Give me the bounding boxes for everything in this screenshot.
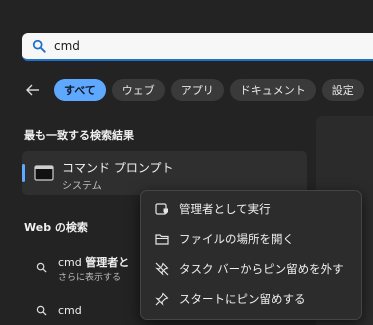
tab-all[interactable]: すべて: [54, 79, 106, 101]
search-query: cmd: [54, 39, 80, 53]
menu-item-label: ファイルの場所を開く: [179, 232, 294, 246]
best-match-heading: 最も一致する検索結果: [24, 129, 134, 142]
folder-icon: [155, 234, 169, 245]
web-result-sub: さらに表示する: [58, 273, 122, 283]
web-search-heading: Web の検索: [24, 221, 88, 234]
tab-settings[interactable]: 設定: [321, 79, 364, 101]
search-icon: [36, 262, 47, 273]
command-prompt-icon: [34, 165, 54, 181]
best-match-item[interactable]: コマンド プロンプト システム: [22, 151, 307, 195]
tab-apps[interactable]: アプリ: [170, 79, 224, 101]
shield-run-icon: [155, 203, 168, 215]
filter-tabs: すべて ウェブ アプリ ドキュメント 設定: [22, 78, 373, 102]
back-arrow-icon[interactable]: [24, 81, 42, 99]
start-search-panel: cmd すべて ウェブ アプリ ドキュメント 設定 最も一致する検索結果 コマン…: [0, 0, 373, 325]
menu-item-label: 管理者として実行: [179, 202, 271, 216]
run-as-admin-item[interactable]: 管理者として実行: [145, 195, 357, 223]
unpin-icon: [155, 262, 169, 276]
search-icon: [36, 305, 47, 316]
pin-icon: [155, 292, 169, 306]
pin-to-start-item[interactable]: スタートにピン留めする: [145, 285, 357, 313]
web-result-title: cmd: [58, 304, 82, 317]
web-result-item[interactable]: cmd: [22, 300, 142, 322]
tab-web[interactable]: ウェブ: [111, 79, 165, 101]
best-match-type: システム: [62, 181, 102, 192]
search-icon: [32, 39, 46, 53]
web-result-title: cmd 管理者と: [58, 256, 130, 269]
menu-item-label: スタートにピン留めする: [179, 292, 306, 306]
context-menu: 管理者として実行 ファイルの場所を開く タスク バーからピン留めを外す スタート…: [140, 190, 362, 320]
search-input[interactable]: cmd: [22, 33, 373, 61]
tab-documents[interactable]: ドキュメント: [229, 79, 316, 101]
open-file-location-item[interactable]: ファイルの場所を開く: [145, 225, 357, 253]
web-result-item[interactable]: cmd 管理者と さらに表示する: [22, 250, 142, 286]
unpin-taskbar-item[interactable]: タスク バーからピン留めを外す: [145, 255, 357, 283]
menu-item-label: タスク バーからピン留めを外す: [179, 262, 344, 276]
best-match-name: コマンド プロンプト: [62, 161, 174, 175]
selection-indicator: [22, 164, 25, 182]
